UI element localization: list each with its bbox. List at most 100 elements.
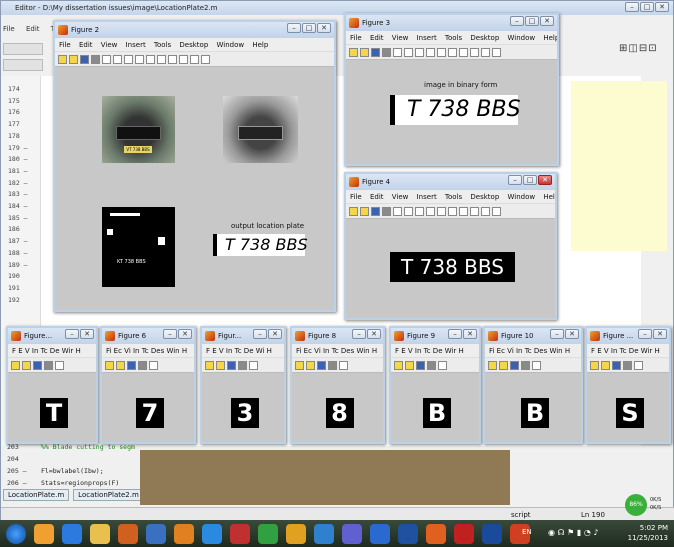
- skype-icon[interactable]: [370, 523, 390, 544]
- code-text[interactable]: Fl=bwlabel(Ibw);: [41, 465, 104, 477]
- new-icon[interactable]: [488, 360, 497, 370]
- menu-view[interactable]: View: [101, 41, 118, 49]
- menu-insert[interactable]: Insert: [417, 34, 437, 42]
- menu-edit[interactable]: Edit: [370, 193, 384, 201]
- app-icon[interactable]: [230, 523, 250, 544]
- minimize-button[interactable]: –: [448, 329, 462, 339]
- figure-menu[interactable]: F E V In Tc De Wi H: [202, 344, 284, 358]
- print-icon[interactable]: [328, 360, 337, 370]
- new-icon[interactable]: [105, 360, 114, 370]
- menu-file[interactable]: File: [3, 25, 15, 33]
- firefox-icon[interactable]: [174, 523, 194, 544]
- open-icon[interactable]: [216, 360, 225, 370]
- new-icon[interactable]: [11, 360, 20, 370]
- legend-icon[interactable]: [201, 54, 210, 64]
- menu-window[interactable]: Window: [508, 193, 536, 201]
- open-icon[interactable]: [22, 360, 31, 370]
- minimize-button[interactable]: –: [352, 329, 366, 339]
- close-button[interactable]: ✕: [653, 329, 667, 339]
- word-icon[interactable]: [398, 523, 418, 544]
- close-button[interactable]: ✕: [367, 329, 381, 339]
- print-icon[interactable]: [521, 360, 530, 370]
- print-icon[interactable]: [91, 54, 100, 64]
- legend-icon[interactable]: [492, 206, 501, 216]
- pointer-icon[interactable]: [102, 54, 111, 64]
- brush-icon[interactable]: [459, 206, 468, 216]
- menu-help[interactable]: Help: [252, 41, 268, 49]
- colorbar-icon[interactable]: [481, 206, 490, 216]
- close-button[interactable]: ✕: [317, 23, 331, 33]
- code-text[interactable]: Stats=regionprops(F): [41, 477, 119, 489]
- save-icon[interactable]: [416, 360, 425, 370]
- brush-icon[interactable]: [339, 360, 348, 370]
- menu-tools[interactable]: Tools: [445, 34, 462, 42]
- tab-locationplate2[interactable]: LocationPlate2.m: [73, 489, 144, 501]
- app-icon[interactable]: [426, 523, 446, 544]
- minimize-button[interactable]: –: [508, 175, 522, 185]
- menu-edit[interactable]: Edit: [26, 25, 40, 33]
- figure-menu[interactable]: Fi Ec Vi In Tc Des Win H: [102, 344, 194, 358]
- brush-icon[interactable]: [249, 360, 258, 370]
- print-icon[interactable]: [427, 360, 436, 370]
- minimize-button[interactable]: –: [638, 329, 652, 339]
- folder-icon[interactable]: [90, 523, 110, 544]
- pan-icon[interactable]: [135, 54, 144, 64]
- menu-desktop[interactable]: Desktop: [179, 41, 208, 49]
- app-icon[interactable]: [34, 523, 54, 544]
- brush-icon[interactable]: [168, 54, 177, 64]
- app-icon[interactable]: [146, 523, 166, 544]
- menu-file[interactable]: File: [350, 34, 362, 42]
- character-figure-window[interactable]: Figur... – ✕ F E V In Tc De Wi H 3: [200, 326, 286, 444]
- tab-locationplate[interactable]: LocationPlate.m: [3, 489, 70, 501]
- save-icon[interactable]: [227, 360, 236, 370]
- pointer-icon[interactable]: [393, 206, 402, 216]
- figure-menu[interactable]: F E V In Tc De Wir H: [8, 344, 96, 358]
- close-button[interactable]: ✕: [268, 329, 282, 339]
- menu-insert[interactable]: Insert: [126, 41, 146, 49]
- maximize-button[interactable]: □: [523, 175, 537, 185]
- rotate-icon[interactable]: [146, 54, 155, 64]
- character-figure-window[interactable]: Figure 10 – ✕ Fi Ec Vi In Tc Des Win H B: [483, 326, 583, 444]
- menu-window[interactable]: Window: [508, 34, 536, 42]
- link-icon[interactable]: [470, 47, 479, 57]
- menu-view[interactable]: View: [392, 193, 409, 201]
- open-icon[interactable]: [306, 360, 315, 370]
- app-icon[interactable]: [314, 523, 334, 544]
- rotate-icon[interactable]: [437, 206, 446, 216]
- close-button[interactable]: ✕: [80, 329, 94, 339]
- close-button[interactable]: ✕: [538, 175, 552, 185]
- zoom-in-icon[interactable]: [113, 54, 122, 64]
- pan-icon[interactable]: [426, 206, 435, 216]
- app-icon[interactable]: [286, 523, 306, 544]
- open-icon[interactable]: [360, 47, 369, 57]
- close-button[interactable]: ✕: [655, 2, 669, 12]
- open-icon[interactable]: [601, 360, 610, 370]
- maximize-button[interactable]: □: [302, 23, 316, 33]
- character-figure-window[interactable]: Figure 6 – ✕ Fi Ec Vi In Tc Des Win H 7: [100, 326, 196, 444]
- app-icon[interactable]: [342, 523, 362, 544]
- colorbar-icon[interactable]: [481, 47, 490, 57]
- menu-desktop[interactable]: Desktop: [470, 34, 499, 42]
- maximize-button[interactable]: □: [640, 2, 654, 12]
- menu-tools[interactable]: Tools: [154, 41, 171, 49]
- save-icon[interactable]: [510, 360, 519, 370]
- brush-icon[interactable]: [459, 47, 468, 57]
- app-icon[interactable]: [62, 523, 82, 544]
- word-icon[interactable]: [482, 523, 502, 544]
- close-button[interactable]: ✕: [463, 329, 477, 339]
- close-button[interactable]: ✕: [540, 16, 554, 26]
- menu-edit[interactable]: Edit: [79, 41, 93, 49]
- save-icon[interactable]: [127, 360, 136, 370]
- menu-help[interactable]: Help: [543, 193, 555, 201]
- print-icon[interactable]: [44, 360, 53, 370]
- minimize-button[interactable]: –: [163, 329, 177, 339]
- brush-icon[interactable]: [149, 360, 158, 370]
- minimize-button[interactable]: –: [550, 329, 564, 339]
- save-icon[interactable]: [317, 360, 326, 370]
- ie-icon[interactable]: [202, 523, 222, 544]
- zoom-out-icon[interactable]: [415, 47, 424, 57]
- menu-desktop[interactable]: Desktop: [470, 193, 499, 201]
- character-figure-window[interactable]: Figure... – ✕ F E V In Tc De Wir H T: [6, 326, 98, 444]
- save-icon[interactable]: [80, 54, 89, 64]
- new-icon[interactable]: [349, 206, 358, 216]
